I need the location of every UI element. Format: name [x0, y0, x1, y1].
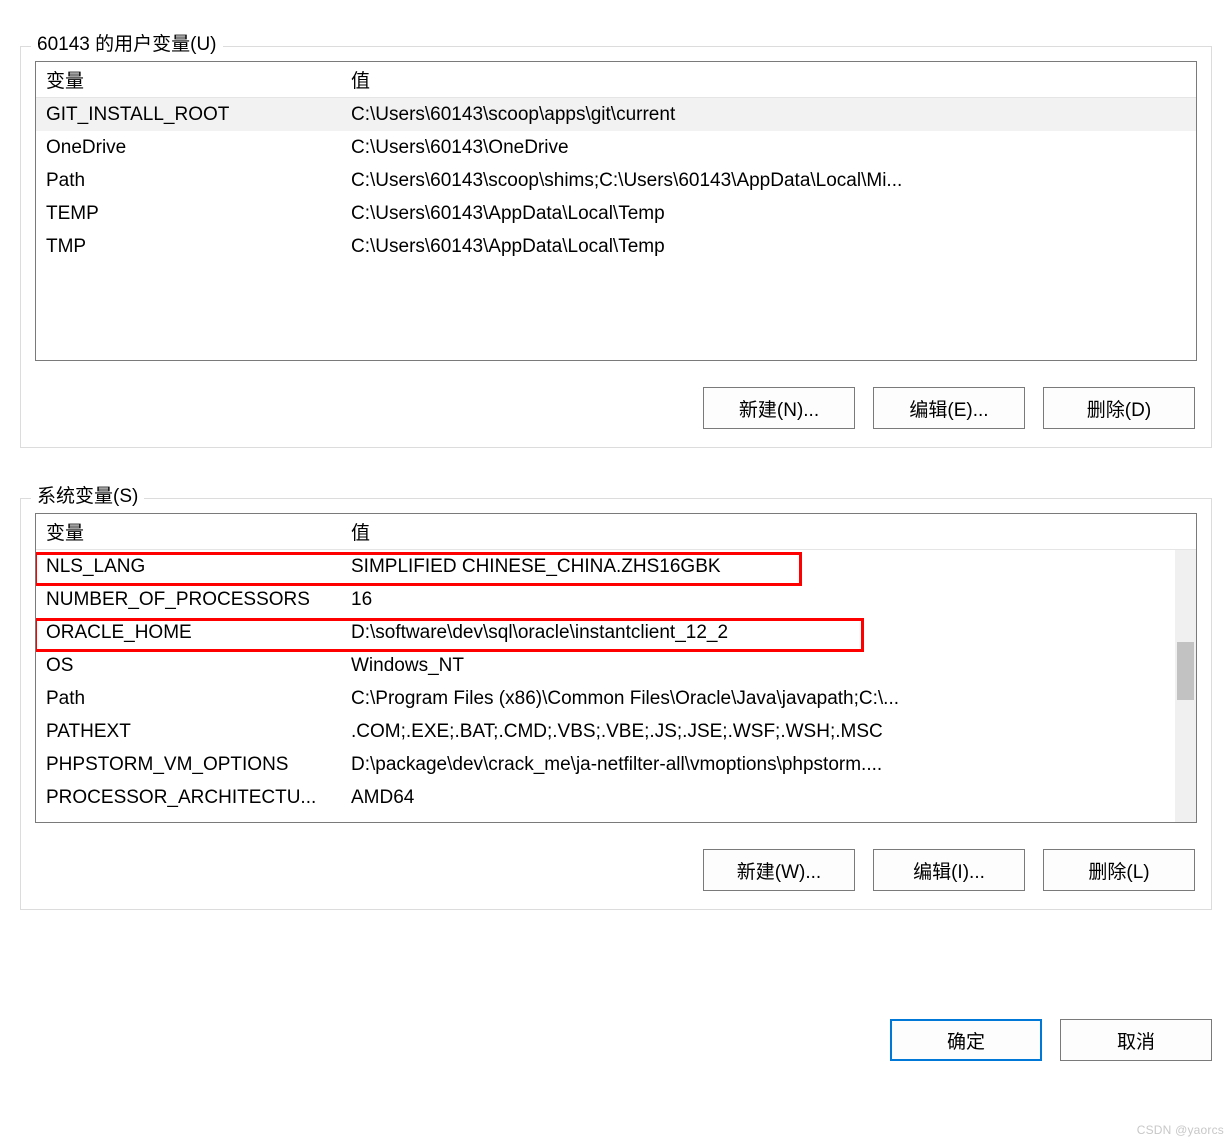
system-row-name: Path [36, 688, 351, 710]
system-row-name: NUMBER_OF_PROCESSORS [36, 589, 351, 611]
user-row[interactable]: Path C:\Users\60143\scoop\shims;C:\Users… [36, 164, 1196, 197]
user-row-value: C:\Users\60143\scoop\apps\git\current [351, 104, 1196, 126]
system-listbox-wrap: 变量 值 NLS_LANG SIMPLIFIED CHINESE_CHINA.Z… [35, 513, 1197, 823]
system-row-value: C:\Program Files (x86)\Common Files\Orac… [351, 688, 1196, 710]
system-row-name: PHPSTORM_VM_OPTIONS [36, 754, 351, 776]
system-buttons-row: 新建(W)... 编辑(I)... 删除(L) [35, 849, 1197, 891]
system-edit-button[interactable]: 编辑(I)... [873, 849, 1025, 891]
system-header-name[interactable]: 变量 [36, 518, 351, 545]
system-row-name: NLS_LANG [36, 556, 351, 578]
user-row[interactable]: GIT_INSTALL_ROOT C:\Users\60143\scoop\ap… [36, 98, 1196, 131]
system-row-name: ORACLE_HOME [36, 622, 351, 644]
user-row-value: C:\Users\60143\OneDrive [351, 137, 1196, 159]
system-vars-listbox[interactable]: 变量 值 NLS_LANG SIMPLIFIED CHINESE_CHINA.Z… [35, 513, 1197, 823]
ok-button[interactable]: 确定 [890, 1019, 1042, 1061]
cancel-button[interactable]: 取消 [1060, 1019, 1212, 1061]
system-new-button[interactable]: 新建(W)... [703, 849, 855, 891]
system-row[interactable]: PHPSTORM_VM_OPTIONS D:\package\dev\crack… [36, 748, 1196, 781]
system-vars-legend: 系统变量(S) [31, 481, 144, 508]
system-row-name: OS [36, 655, 351, 677]
user-row-name: OneDrive [36, 137, 351, 159]
system-row-value: D:\software\dev\sql\oracle\instantclient… [351, 622, 1196, 644]
system-row[interactable]: NLS_LANG SIMPLIFIED CHINESE_CHINA.ZHS16G… [36, 550, 1196, 583]
user-row-value: C:\Users\60143\scoop\shims;C:\Users\6014… [351, 170, 1196, 192]
user-header-value[interactable]: 值 [351, 66, 1196, 93]
system-row-value: AMD64 [351, 787, 1196, 809]
user-new-button[interactable]: 新建(N)... [703, 387, 855, 429]
system-row[interactable]: OS Windows_NT [36, 649, 1196, 682]
system-header-value[interactable]: 值 [351, 518, 1196, 545]
user-row[interactable]: TEMP C:\Users\60143\AppData\Local\Temp [36, 197, 1196, 230]
user-row-value: C:\Users\60143\AppData\Local\Temp [351, 203, 1196, 225]
user-row-name: GIT_INSTALL_ROOT [36, 104, 351, 126]
system-scrollbar-thumb[interactable] [1177, 642, 1194, 700]
user-edit-button[interactable]: 编辑(E)... [873, 387, 1025, 429]
user-vars-group: 60143 的用户变量(U) 变量 值 GIT_INSTALL_ROOT C:\… [20, 46, 1212, 448]
user-buttons-row: 新建(N)... 编辑(E)... 删除(D) [35, 387, 1197, 429]
system-delete-button[interactable]: 删除(L) [1043, 849, 1195, 891]
user-row-name: Path [36, 170, 351, 192]
user-list-header[interactable]: 变量 值 [36, 62, 1196, 98]
user-row[interactable]: OneDrive C:\Users\60143\OneDrive [36, 131, 1196, 164]
user-row-value: C:\Users\60143\AppData\Local\Temp [351, 236, 1196, 258]
user-row[interactable]: TMP C:\Users\60143\AppData\Local\Temp [36, 230, 1196, 263]
user-row-name: TMP [36, 236, 351, 258]
user-vars-legend: 60143 的用户变量(U) [31, 29, 223, 56]
watermark: CSDN @yaorcs [1137, 1123, 1224, 1137]
dialog-buttons: 确定 取消 [890, 1019, 1212, 1061]
system-row[interactable]: NUMBER_OF_PROCESSORS 16 [36, 583, 1196, 616]
user-row-name: TEMP [36, 203, 351, 225]
system-row[interactable]: Path C:\Program Files (x86)\Common Files… [36, 682, 1196, 715]
env-vars-dialog: 60143 的用户变量(U) 变量 值 GIT_INSTALL_ROOT C:\… [0, 0, 1232, 1143]
system-row-value: D:\package\dev\crack_me\ja-netfilter-all… [351, 754, 1196, 776]
system-row[interactable]: PATHEXT .COM;.EXE;.BAT;.CMD;.VBS;.VBE;.J… [36, 715, 1196, 748]
system-row-name: PROCESSOR_ARCHITECTU... [36, 787, 351, 809]
system-list-header[interactable]: 变量 值 [36, 514, 1196, 550]
system-row-value: .COM;.EXE;.BAT;.CMD;.VBS;.VBE;.JS;.JSE;.… [351, 721, 1196, 743]
system-row-value: 16 [351, 589, 1196, 611]
system-row[interactable]: ORACLE_HOME D:\software\dev\sql\oracle\i… [36, 616, 1196, 649]
system-vars-group: 系统变量(S) 变量 值 NLS_LANG SIMPLIFIED CHINESE… [20, 498, 1212, 910]
system-row-value: SIMPLIFIED CHINESE_CHINA.ZHS16GBK [351, 556, 1196, 578]
system-row-name: PATHEXT [36, 721, 351, 743]
system-row[interactable]: PROCESSOR_ARCHITECTU... AMD64 [36, 781, 1196, 814]
user-vars-listbox[interactable]: 变量 值 GIT_INSTALL_ROOT C:\Users\60143\sco… [35, 61, 1197, 361]
system-row-value: Windows_NT [351, 655, 1196, 677]
user-delete-button[interactable]: 删除(D) [1043, 387, 1195, 429]
system-scrollbar-track[interactable] [1175, 550, 1196, 822]
user-header-name[interactable]: 变量 [36, 66, 351, 93]
